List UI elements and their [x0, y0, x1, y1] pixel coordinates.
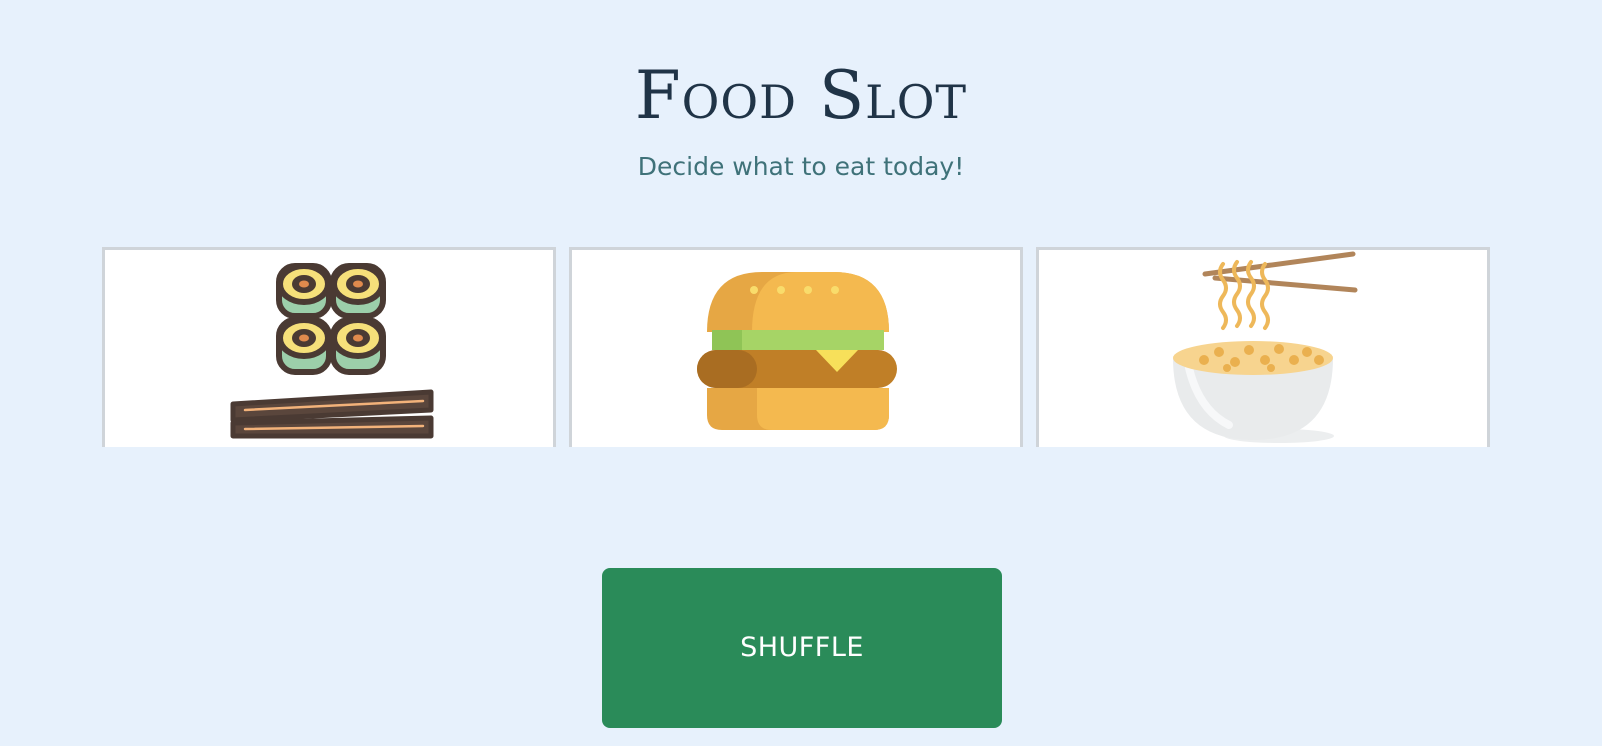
slot-reel-1	[102, 247, 556, 447]
shuffle-button[interactable]: SHUFFLE	[602, 568, 1002, 728]
sushi-icon	[230, 263, 434, 439]
burger-icon	[697, 272, 897, 430]
noodles-icon	[1173, 251, 1358, 443]
page-subtitle: Decide what to eat today!	[637, 152, 965, 181]
slot-reel-2	[569, 247, 1023, 447]
page-title: Food Slot	[634, 57, 968, 134]
slot-reel-3	[1036, 247, 1490, 447]
